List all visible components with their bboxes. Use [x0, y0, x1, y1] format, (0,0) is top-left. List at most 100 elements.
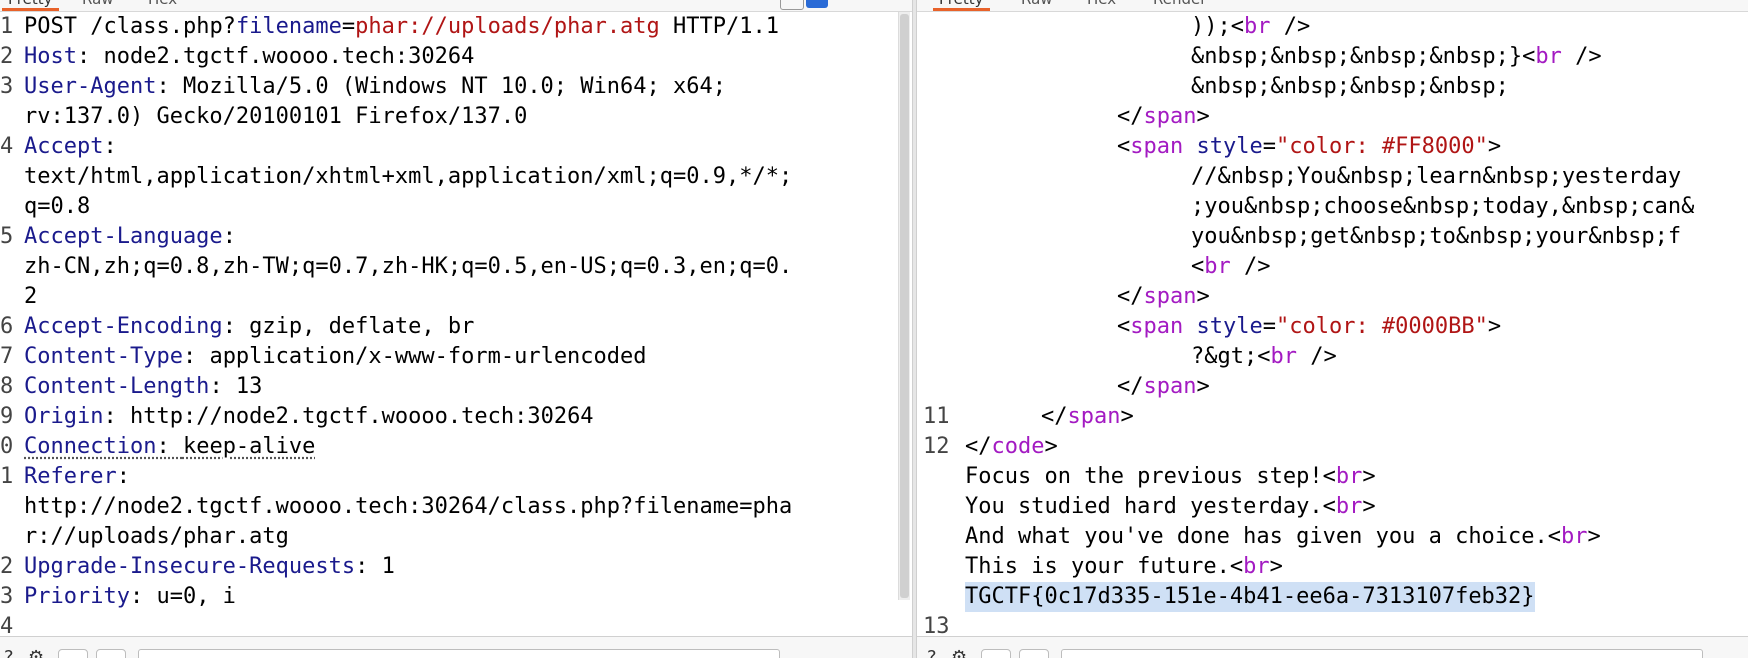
- header-value-continued: 2: [24, 284, 38, 309]
- code-text: <: [1117, 314, 1131, 339]
- header-colon: :: [116, 464, 130, 489]
- code-text: </: [1117, 104, 1144, 129]
- help-icon[interactable]: ?: [927, 647, 949, 658]
- tab-request-pretty[interactable]: Pretty: [2, 0, 58, 11]
- request-search-bar: ? ⚙: [0, 636, 912, 658]
- next-match-button[interactable]: [96, 649, 126, 658]
- tab-request-hex[interactable]: Hex: [148, 0, 177, 9]
- code-text: >: [1487, 134, 1502, 159]
- code-text: </: [965, 434, 992, 459]
- header-value-continued: zh-CN,zh;q=0.8,zh-TW;q=0.7,zh-HK;q=0.5,e…: [24, 254, 793, 279]
- html-tag: span: [1130, 134, 1184, 159]
- request-scrollbar[interactable]: [898, 12, 910, 600]
- response-line: &nbsp;&nbsp;&nbsp;&nbsp;}<br />: [917, 42, 1748, 72]
- header-name: Accept-Language: [24, 224, 223, 249]
- gear-icon[interactable]: ⚙: [951, 647, 973, 658]
- tab-response-raw[interactable]: Raw: [1021, 0, 1053, 9]
- flag-text-selected[interactable]: TGCTF{0c17d335-151e-4b41-ee6a-7313107feb…: [965, 582, 1535, 612]
- header-value: keep-alive: [182, 434, 316, 459]
- code-text: </: [1117, 374, 1144, 399]
- line-number: 9: [0, 404, 14, 429]
- request-line-2: 2 Host: node2.tgctf.woooo.tech:30264: [0, 42, 912, 72]
- header-colon: :: [156, 434, 183, 459]
- html-attribute: style: [1196, 134, 1263, 159]
- response-search-bar: ? ⚙: [917, 636, 1748, 658]
- html-tag: br: [1535, 44, 1562, 69]
- request-line-10: 0 Connection: keep-alive: [0, 432, 912, 462]
- line-number: 12: [923, 434, 950, 459]
- previous-match-button[interactable]: [981, 649, 1011, 658]
- html-tag: br: [1335, 464, 1363, 489]
- html-tag: span: [1067, 404, 1121, 429]
- request-line-12: 2 Upgrade-Insecure-Requests: 1: [0, 552, 912, 582]
- request-scrollbar-thumb[interactable]: [900, 14, 909, 598]
- html-tag: span: [1143, 284, 1197, 309]
- header-name: Accept-Encoding: [24, 314, 223, 339]
- tab-response-hex[interactable]: Hex: [1087, 0, 1116, 9]
- request-path: /class.php?: [90, 14, 236, 39]
- response-line: &nbsp;&nbsp;&nbsp;&nbsp;: [917, 72, 1748, 102]
- code-text: >: [1044, 434, 1058, 459]
- help-icon[interactable]: ?: [4, 647, 26, 658]
- response-line-12: 12 </code>: [917, 432, 1748, 462]
- header-value: : node2.tgctf.woooo.tech:30264: [76, 44, 475, 69]
- header-colon: :: [103, 134, 117, 159]
- response-text: This is your future.<: [965, 554, 1244, 579]
- response-search-input[interactable]: [1061, 649, 1703, 658]
- query-equals: =: [341, 14, 356, 39]
- html-tag: span: [1130, 314, 1184, 339]
- request-search-toggle[interactable]: [780, 0, 804, 10]
- code-text: ));<: [1191, 14, 1244, 39]
- request-line-1: 1 POST /class.php?filename=phar://upload…: [0, 12, 912, 42]
- tab-response-pretty[interactable]: Pretty: [933, 0, 989, 11]
- code-text: //&nbsp;You&nbsp;learn&nbsp;yesterday: [1191, 164, 1682, 189]
- response-line: //&nbsp;You&nbsp;learn&nbsp;yesterday: [917, 162, 1748, 192]
- gear-icon[interactable]: ⚙: [28, 647, 50, 658]
- previous-match-button[interactable]: [58, 649, 88, 658]
- header-value-continued: q=0.8: [24, 194, 91, 219]
- header-name: Origin: [24, 404, 104, 429]
- request-line-7: 7 Content-Type: application/x-www-form-u…: [0, 342, 912, 372]
- request-wrap-toggle[interactable]: [806, 0, 828, 8]
- response-text: And what you've done has given you a cho…: [965, 524, 1562, 549]
- line-number: 2: [0, 554, 14, 579]
- html-tag: br: [1270, 344, 1297, 369]
- line-number: 1: [0, 14, 14, 39]
- request-line-9: 9 Origin: http://node2.tgctf.woooo.tech:…: [0, 402, 912, 432]
- response-line: ));<br />: [917, 12, 1748, 42]
- code-text: />: [1561, 44, 1602, 69]
- code-text: />: [1230, 254, 1271, 279]
- request-line-11-wrap-2: r://uploads/phar.atg: [0, 522, 912, 552]
- response-text: Focus on the previous step!<: [965, 464, 1336, 489]
- code-text: >: [1587, 524, 1601, 549]
- response-line: </span>: [917, 372, 1748, 402]
- next-match-button[interactable]: [1019, 649, 1049, 658]
- header-name: Host: [24, 44, 77, 69]
- request-line-3-wrap: rv:137.0) Gecko/20100101 Firefox/137.0: [0, 102, 912, 132]
- query-param-value: phar://uploads/phar.atg: [355, 14, 660, 39]
- request-line-5-wrap-2: 2: [0, 282, 912, 312]
- request-view-tabs: Pretty Raw Hex: [0, 0, 912, 12]
- request-search-input[interactable]: [138, 649, 780, 658]
- line-number: 4: [0, 134, 14, 159]
- request-editor[interactable]: 1 POST /class.php?filename=phar://upload…: [0, 12, 912, 642]
- response-editor[interactable]: ));<br /> &nbsp;&nbsp;&nbsp;&nbsp;}<br /…: [917, 12, 1748, 642]
- html-tag: code: [991, 434, 1045, 459]
- code-text: you&nbsp;get&nbsp;to&nbsp;your&nbsp;f: [1191, 224, 1682, 249]
- response-line-11: 11 </span>: [917, 402, 1748, 432]
- tab-request-raw[interactable]: Raw: [82, 0, 114, 9]
- code-text: <: [1191, 254, 1205, 279]
- response-line: <span style="color: #0000BB">: [917, 312, 1748, 342]
- tab-response-render[interactable]: Render: [1153, 0, 1206, 9]
- line-number: 11: [923, 404, 950, 429]
- attribute-value: "color: #0000BB": [1275, 314, 1488, 339]
- header-value-continued: text/html,application/xhtml+xml,applicat…: [24, 164, 793, 189]
- header-value: : 13: [209, 374, 263, 399]
- header-name: Referer: [24, 464, 117, 489]
- header-value: : application/x-www-form-urlencoded: [182, 344, 647, 369]
- request-line-3: 3 User-Agent: Mozilla/5.0 (Windows NT 10…: [0, 72, 912, 102]
- code-text: =: [1262, 314, 1276, 339]
- http-protocol: HTTP/1.1: [673, 14, 780, 39]
- request-line-4: 4 Accept:: [0, 132, 912, 162]
- html-tag: br: [1561, 524, 1588, 549]
